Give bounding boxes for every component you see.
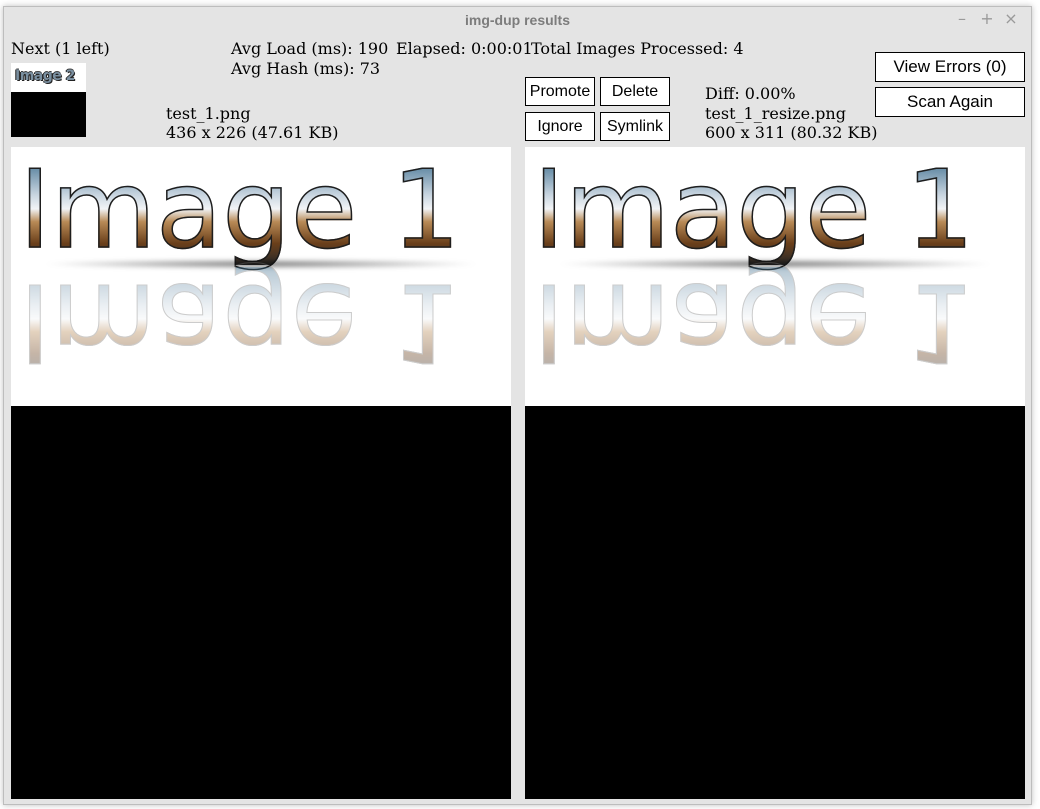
right-image-text: Image 1 bbox=[532, 148, 975, 273]
minimize-icon[interactable]: – bbox=[951, 9, 973, 29]
left-image-panel: Image 1 Image 1 bbox=[11, 147, 511, 799]
left-image-info: 436 x 226 (47.61 KB) bbox=[166, 123, 339, 142]
total-processed-stat: Total Images Processed: 4 bbox=[531, 39, 744, 58]
left-image-text: Image 1 bbox=[18, 148, 461, 273]
left-filename: test_1.png bbox=[166, 104, 251, 123]
right-image-preview: Image 1 Image 1 bbox=[525, 147, 1025, 406]
promote-button[interactable]: Promote bbox=[525, 77, 595, 106]
right-image-panel: Image 1 Image 1 bbox=[525, 147, 1025, 799]
avg-load-stat: Avg Load (ms): 190 bbox=[231, 39, 389, 58]
symlink-button[interactable]: Symlink bbox=[600, 112, 670, 141]
view-errors-button[interactable]: View Errors (0) bbox=[875, 52, 1025, 82]
right-filename: test_1_resize.png bbox=[705, 104, 846, 123]
window-title: img-dup results bbox=[464, 12, 570, 28]
left-image-preview: Image 1 Image 1 bbox=[11, 147, 511, 406]
right-image-reflection: Image 1 bbox=[533, 259, 975, 385]
title-bar: img-dup results – + × bbox=[4, 7, 1031, 34]
close-icon[interactable]: × bbox=[1000, 9, 1022, 29]
left-image-reflection: Image 1 bbox=[19, 259, 461, 385]
avg-hash-stat: Avg Hash (ms): 73 bbox=[231, 59, 381, 78]
delete-button[interactable]: Delete bbox=[600, 77, 670, 106]
results-window: img-dup results – + × Next (1 left) Avg … bbox=[3, 6, 1032, 805]
next-counter: Next (1 left) bbox=[11, 39, 110, 58]
next-image-thumbnail: Image 2 bbox=[11, 63, 86, 137]
elapsed-stat: Elapsed: 0:00:01 bbox=[396, 39, 533, 58]
diff-stat: Diff: 0.00% bbox=[705, 84, 796, 103]
scan-again-button[interactable]: Scan Again bbox=[875, 87, 1025, 117]
right-image-info: 600 x 311 (80.32 KB) bbox=[705, 123, 878, 142]
maximize-icon[interactable]: + bbox=[976, 9, 998, 29]
thumbnail-label: Image 2 bbox=[15, 68, 75, 84]
ignore-button[interactable]: Ignore bbox=[525, 112, 595, 141]
